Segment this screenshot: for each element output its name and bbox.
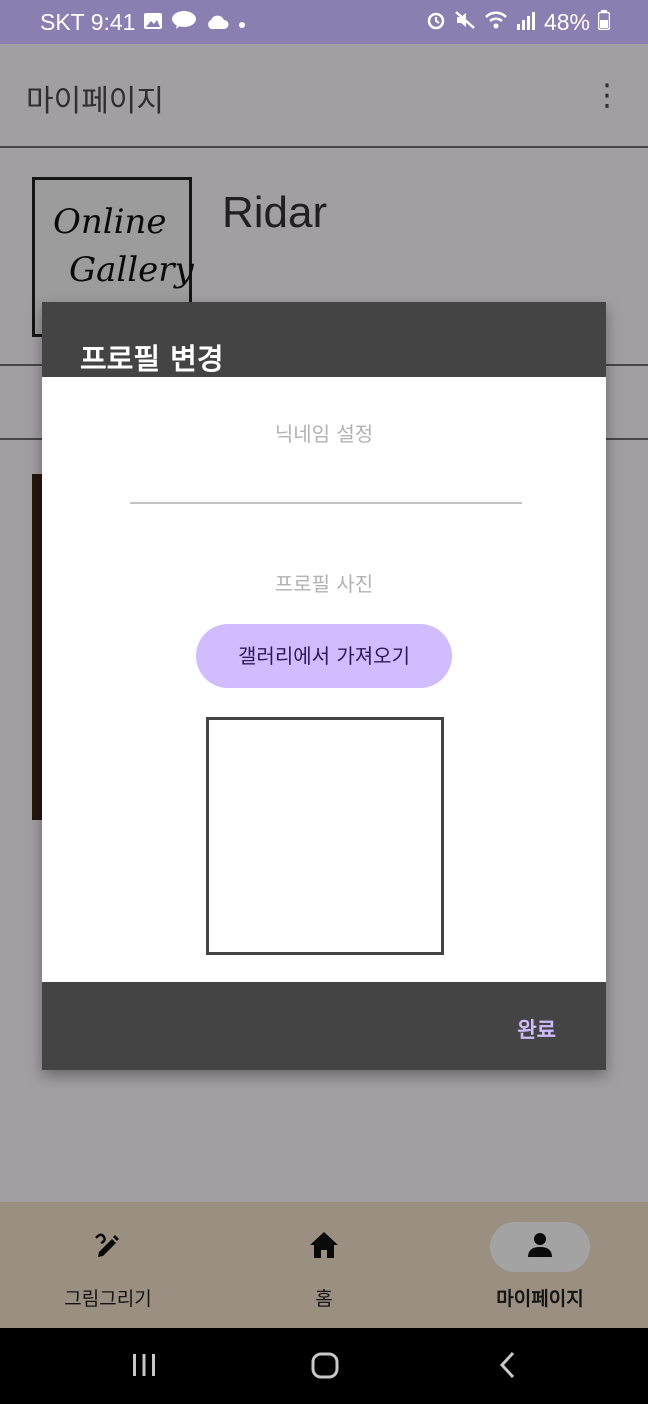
home-button-icon[interactable] xyxy=(311,1348,339,1386)
nickname-input[interactable] xyxy=(130,462,522,504)
recent-apps-icon[interactable] xyxy=(131,1348,157,1386)
system-navigation-bar xyxy=(0,1328,648,1404)
dialog-header: 프로필 변경 xyxy=(42,302,606,377)
talk-icon xyxy=(171,9,197,36)
dot-icon xyxy=(237,9,247,36)
status-bar: SKT 9:41 48% xyxy=(0,0,648,44)
profile-photo-label: 프로필 사진 xyxy=(274,572,374,596)
dialog-title: 프로필 변경 xyxy=(80,342,224,376)
image-icon xyxy=(143,9,163,36)
done-button[interactable]: 완료 xyxy=(517,1014,556,1044)
mute-icon xyxy=(454,9,476,36)
dialog-footer: 완료 xyxy=(42,982,606,1070)
carrier-time: SKT 9:41 xyxy=(40,9,136,35)
cloud-icon xyxy=(205,9,229,36)
import-from-gallery-button[interactable]: 갤러리에서 가져오기 xyxy=(196,624,452,688)
battery-icon xyxy=(597,9,611,36)
alarm-icon xyxy=(426,9,446,36)
status-right: 48% xyxy=(426,9,611,36)
battery-percent: 48% xyxy=(543,9,590,35)
status-left: SKT 9:41 xyxy=(40,9,247,36)
wifi-icon xyxy=(484,9,508,36)
profile-edit-dialog: 프로필 변경 닉네임 설정 프로필 사진 갤러리에서 가져오기 완료 xyxy=(42,302,606,1070)
signal-icon xyxy=(516,9,536,36)
back-icon[interactable] xyxy=(496,1348,518,1386)
nickname-label: 닉네임 설정 xyxy=(274,422,374,446)
profile-photo-preview xyxy=(206,717,444,955)
